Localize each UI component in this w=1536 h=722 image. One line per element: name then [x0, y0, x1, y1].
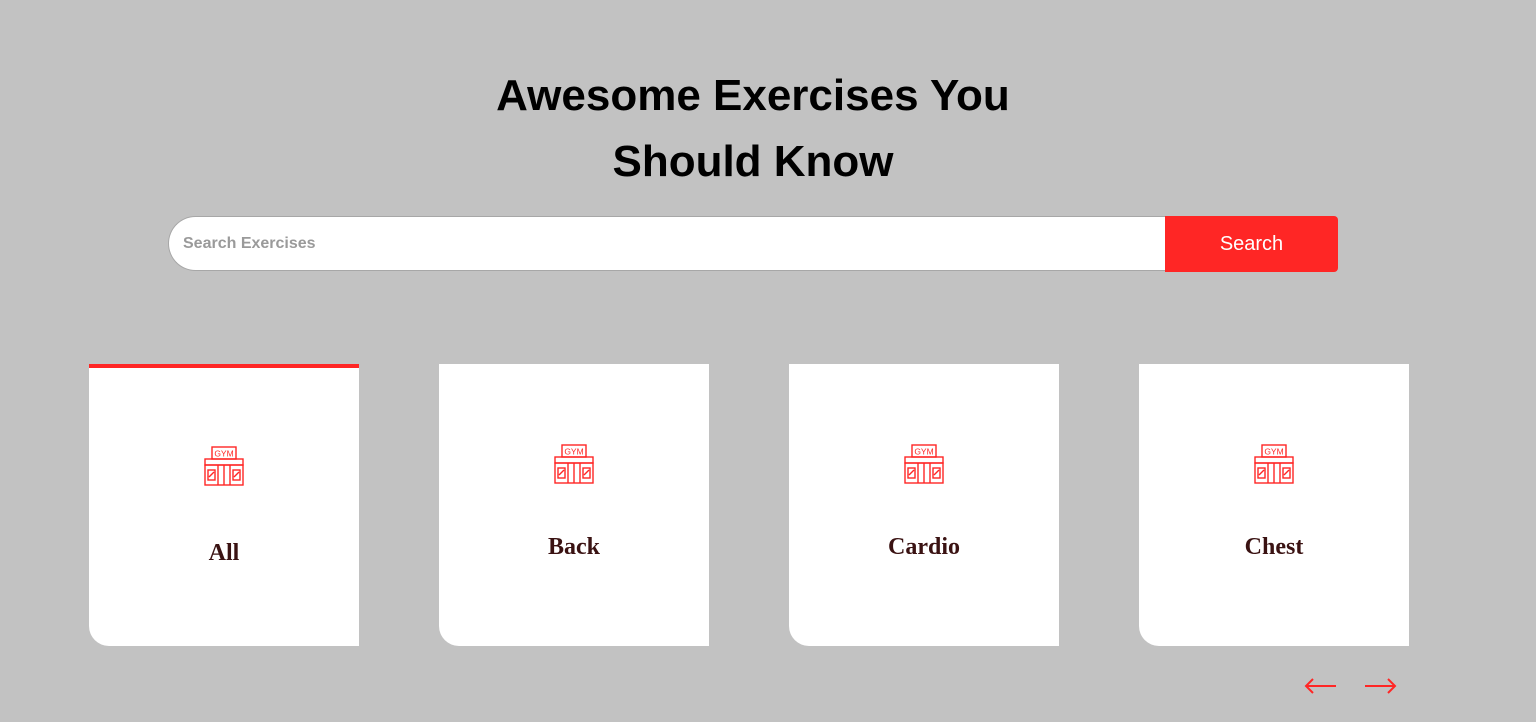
category-card-cardio[interactable]: GYM Cardio	[789, 364, 1059, 646]
gym-icon: GYM	[204, 446, 244, 486]
page-title: Awesome Exercises You Should Know	[0, 63, 1506, 195]
gym-icon: GYM	[904, 444, 944, 484]
gym-icon: GYM	[1254, 444, 1294, 484]
gym-icon-text: GYM	[1264, 447, 1283, 457]
search-input[interactable]	[168, 216, 1165, 271]
gym-icon-text: GYM	[214, 449, 233, 459]
category-card-back[interactable]: GYM Back	[439, 364, 709, 646]
category-label: Back	[547, 534, 600, 560]
page-title-line-2: Should Know	[612, 137, 894, 187]
gym-icon: GYM	[554, 444, 594, 484]
category-card-all[interactable]: GYM All	[89, 364, 359, 646]
prev-arrow-button[interactable]	[1301, 666, 1341, 706]
category-label: All	[208, 540, 240, 566]
category-card-chest[interactable]: GYM Chest	[1139, 364, 1409, 646]
search-button[interactable]: Search	[1165, 216, 1338, 272]
arrow-right-icon	[1365, 678, 1397, 694]
search-bar: Search	[168, 216, 1338, 272]
arrow-left-icon	[1304, 678, 1336, 694]
page-title-line-1: Awesome Exercises You	[496, 71, 1010, 121]
gym-icon-text: GYM	[914, 447, 933, 457]
next-arrow-button[interactable]	[1360, 666, 1400, 706]
category-label: Chest	[1244, 534, 1304, 560]
gym-icon-text: GYM	[564, 447, 583, 457]
category-label: Cardio	[888, 534, 960, 560]
